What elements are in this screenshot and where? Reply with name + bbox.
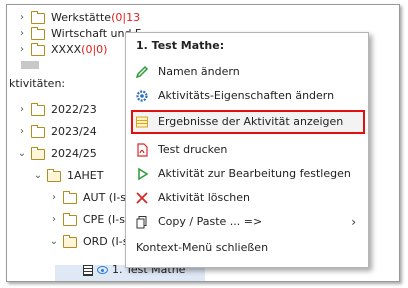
menu-item-label: Ergebnisse der Aktivität anzeigen <box>158 115 344 128</box>
tree-item-label: 2024/25 <box>51 147 97 160</box>
menu-item-label: Aktivität zur Bearbeitung festlegen <box>158 167 351 180</box>
eye-icon <box>97 266 108 274</box>
menu-item-set-active[interactable]: Aktivität zur Bearbeitung festlegen <box>126 163 366 185</box>
chevron-right-icon[interactable]: › <box>17 101 27 119</box>
tree-item-label: 2022/23 <box>51 103 97 116</box>
folder-icon <box>30 42 45 56</box>
menu-item-label: Copy / Paste ... => <box>158 215 263 228</box>
menu-item-close-menu[interactable]: Kontext-Menü schließen <box>126 237 376 259</box>
play-icon <box>134 166 150 182</box>
tree-item-label: XXXX <box>51 43 82 56</box>
pdf-icon <box>134 142 150 158</box>
chevron-right-icon[interactable]: › <box>49 189 59 207</box>
menu-item-label: Test drucken <box>158 143 228 156</box>
folder-open-icon <box>62 234 77 248</box>
tree-item-year-2022[interactable]: › 2022/23 <box>17 101 97 119</box>
delete-x-icon <box>134 190 150 206</box>
gear-icon <box>134 88 150 104</box>
tree-item-year-2024[interactable]: ⌄ 2024/25 <box>17 145 97 163</box>
tree-item-label: 1AHET <box>67 169 104 182</box>
menu-item-copy-paste[interactable]: Copy / Paste ... => › <box>126 211 366 233</box>
chevron-right-icon: › <box>351 215 356 229</box>
document-icon <box>83 264 93 276</box>
table-icon <box>134 114 150 130</box>
tree-item-class-1ahet[interactable]: ⌄ 1AHET <box>33 167 103 185</box>
pencil-icon <box>134 64 150 80</box>
menu-item-show-results[interactable]: Ergebnisse der Aktivität anzeigen <box>131 110 365 134</box>
folder-open-icon <box>46 168 61 182</box>
menu-item-label: Namen ändern <box>158 65 240 78</box>
tree-item-year-2023[interactable]: › 2023/24 <box>17 123 97 141</box>
chevron-down-icon[interactable]: ⌄ <box>17 145 27 163</box>
menu-item-rename[interactable]: Namen ändern <box>126 61 366 83</box>
chevron-down-icon[interactable]: ⌄ <box>49 233 59 251</box>
folder-icon <box>30 10 45 24</box>
chevron-right-icon[interactable]: › <box>49 211 59 229</box>
copy-icon <box>134 214 150 230</box>
tree-item-count: (0|0) <box>81 43 108 56</box>
folder-icon <box>30 124 45 138</box>
menu-item-label: Aktivitäts-Eigenschaften ändern <box>158 89 335 102</box>
menu-item-label: Aktivität löschen <box>158 191 250 204</box>
menu-item-label: Kontext-Menü schließen <box>136 241 269 254</box>
folder-icon <box>30 26 45 40</box>
scroll-marker <box>21 61 39 69</box>
menu-item-print-test[interactable]: Test drucken <box>126 139 366 161</box>
folder-open-icon <box>30 146 45 160</box>
tree-item-xxxx[interactable]: › XXXX (0|0) <box>17 41 107 59</box>
folder-icon <box>62 212 77 226</box>
chevron-right-icon[interactable]: › <box>17 123 27 141</box>
chevron-down-icon[interactable]: ⌄ <box>33 167 43 185</box>
section-heading-aktivitaeten: ktivitäten: <box>9 77 66 90</box>
tree-item-label: 2023/24 <box>51 125 97 138</box>
context-menu-title: 1. Test Mathe: <box>136 39 225 52</box>
chevron-right-icon[interactable]: › <box>17 41 27 59</box>
folder-icon <box>62 190 77 204</box>
menu-item-properties[interactable]: Aktivitäts-Eigenschaften ändern <box>126 85 366 107</box>
context-menu: 1. Test Mathe: Namen ändern Aktivitäts-E… <box>125 32 369 268</box>
menu-item-delete[interactable]: Aktivität löschen <box>126 187 366 209</box>
folder-icon <box>30 102 45 116</box>
